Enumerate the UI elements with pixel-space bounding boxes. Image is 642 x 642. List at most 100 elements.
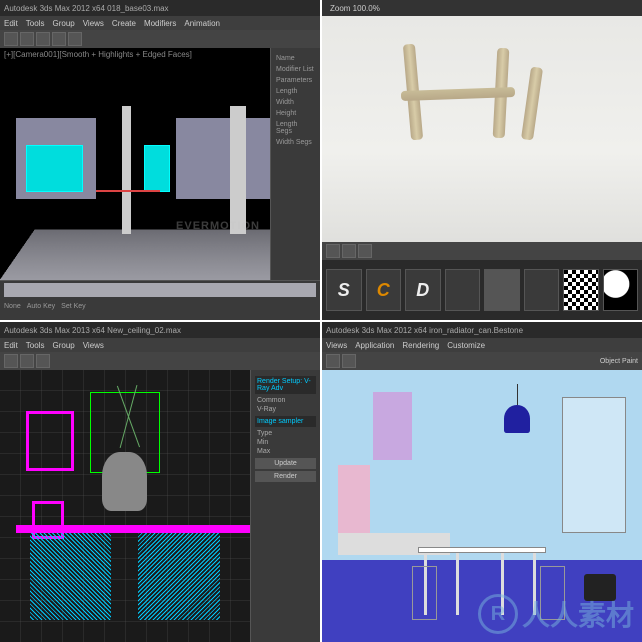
- tab-vray[interactable]: V-Ray: [255, 405, 316, 414]
- material-slot-empty[interactable]: [445, 269, 481, 311]
- column-geometry: [230, 106, 246, 234]
- menu-modifiers[interactable]: Modifiers: [144, 19, 176, 28]
- tool-icon[interactable]: [36, 354, 50, 368]
- menu-tools[interactable]: Tools: [26, 341, 45, 350]
- menu-bar: Views Application Rendering Customize: [322, 338, 642, 352]
- panel-item[interactable]: Name: [275, 54, 316, 63]
- cabinet-geometry: [373, 392, 411, 460]
- wall-geometry: [176, 118, 272, 199]
- menu-bar: Edit Tools Group Views: [0, 338, 320, 352]
- panel-item: Length: [275, 87, 316, 96]
- title-bar: Autodesk 3ds Max 2012 x64 018_base03.max: [0, 0, 320, 16]
- tool-icon[interactable]: [4, 354, 18, 368]
- menu-group[interactable]: Group: [52, 19, 74, 28]
- setkey-button[interactable]: Set Key: [61, 303, 86, 310]
- picture-frame-wire: [26, 411, 74, 471]
- tool-icon[interactable]: [358, 244, 372, 258]
- title-bar: Autodesk 3ds Max 2012 x64 iron_radiator_…: [322, 322, 642, 338]
- panel-item: Width Segs: [275, 138, 316, 147]
- pendant-lamp: [504, 384, 530, 438]
- render-viewport[interactable]: [322, 16, 642, 242]
- menu-app[interactable]: Application: [355, 341, 394, 350]
- tool-icon[interactable]: [20, 354, 34, 368]
- render-preview-panel: Zoom 100.0% S C D: [322, 0, 642, 320]
- panel-item: Width: [275, 98, 316, 107]
- timeline: None Auto Key Set Key: [0, 280, 320, 320]
- move-tool-icon[interactable]: [20, 32, 34, 46]
- menu-create[interactable]: Create: [112, 19, 136, 28]
- chair-wire: [138, 533, 220, 620]
- param-item: Min: [255, 438, 316, 447]
- app-title: Autodesk 3ds Max 2013 x64 New_ceiling_02…: [4, 326, 181, 335]
- selected-geometry: [26, 145, 84, 191]
- menu-group[interactable]: Group: [52, 341, 74, 350]
- watermark-text: 人人素材: [522, 594, 634, 634]
- main-toolbar: [0, 30, 320, 48]
- section-header: Image sampler: [255, 416, 316, 427]
- chair-render: [370, 39, 578, 152]
- menu-edit[interactable]: Edit: [4, 341, 18, 350]
- time-slider[interactable]: [4, 283, 316, 297]
- zoom-header: Zoom 100.0%: [322, 0, 642, 16]
- edge-geometry: [96, 190, 160, 192]
- evermotion-watermark: EVERMOTION: [176, 220, 260, 232]
- table-wireframe: [16, 525, 288, 620]
- panel-item: Height: [275, 109, 316, 118]
- select-tool-icon[interactable]: [4, 32, 18, 46]
- update-button[interactable]: Update: [255, 458, 316, 469]
- material-slot-sphere[interactable]: [603, 269, 639, 311]
- branch-geometry: [109, 384, 147, 466]
- 3dsmax-wireframe-panel: Autodesk 3ds Max 2013 x64 New_ceiling_02…: [0, 322, 320, 642]
- menu-animation[interactable]: Animation: [184, 19, 220, 28]
- 3dsmax-perspective-panel: Autodesk 3ds Max 2012 x64 018_base03.max…: [0, 0, 320, 320]
- tool-icon[interactable]: [342, 354, 356, 368]
- app-title: Autodesk 3ds Max 2012 x64 018_base03.max: [4, 4, 169, 13]
- rotate-tool-icon[interactable]: [36, 32, 50, 46]
- menu-views[interactable]: Views: [326, 341, 347, 350]
- scale-tool-icon[interactable]: [52, 32, 66, 46]
- tool-icon[interactable]: [326, 244, 340, 258]
- material-slot-empty[interactable]: [524, 269, 560, 311]
- tool-icon[interactable]: [326, 354, 340, 368]
- app-title: Autodesk 3ds Max 2012 x64 iron_radiator_…: [326, 326, 523, 335]
- main-toolbar: [0, 352, 320, 370]
- watermark-logo-icon: R: [478, 594, 518, 634]
- wireframe-viewport[interactable]: Render Setup: V-Ray Adv Common V-Ray Ima…: [0, 370, 320, 642]
- status-text: None: [4, 303, 21, 310]
- param-item: Type: [255, 429, 316, 438]
- material-slot-d[interactable]: D: [405, 269, 441, 311]
- selected-geometry: [144, 145, 170, 191]
- tool-icon[interactable]: [342, 244, 356, 258]
- render-title: Render Setup: V-Ray Adv: [255, 376, 316, 394]
- menu-customize[interactable]: Customize: [447, 341, 485, 350]
- material-slot-checker[interactable]: [563, 269, 599, 311]
- site-watermark: R 人人素材: [478, 594, 634, 634]
- tab-common[interactable]: Common: [255, 396, 316, 405]
- material-slot-vray[interactable]: [484, 269, 520, 311]
- command-panel: Name Modifier List Parameters Length Wid…: [270, 48, 320, 280]
- status-bar: None Auto Key Set Key: [0, 299, 320, 313]
- autokey-button[interactable]: Auto Key: [27, 303, 55, 310]
- menu-edit[interactable]: Edit: [4, 19, 18, 28]
- table-top-wire: [16, 525, 288, 533]
- column-geometry: [122, 106, 132, 234]
- param-item: Max: [255, 447, 316, 456]
- panel-item[interactable]: Modifier List: [275, 65, 316, 74]
- panel-item: Length Segs: [275, 120, 316, 136]
- render-button[interactable]: Render: [255, 471, 316, 482]
- snap-tool-icon[interactable]: [68, 32, 82, 46]
- lamp-cord: [517, 384, 518, 406]
- material-slot-s[interactable]: S: [326, 269, 362, 311]
- perspective-viewport[interactable]: [+][Camera001][Smooth + Highlights + Edg…: [0, 48, 320, 280]
- chair-wire: [30, 533, 112, 620]
- menu-views[interactable]: Views: [83, 19, 104, 28]
- table-leg: [456, 553, 459, 615]
- main-toolbar: Object Paint: [322, 352, 642, 370]
- material-slot-c[interactable]: C: [366, 269, 402, 311]
- window-geometry: [562, 397, 626, 533]
- menu-rendering[interactable]: Rendering: [402, 341, 439, 350]
- menu-tools[interactable]: Tools: [26, 19, 45, 28]
- zoom-label: Zoom 100.0%: [330, 4, 380, 13]
- render-setup-panel: Render Setup: V-Ray Adv Common V-Ray Ima…: [250, 370, 320, 642]
- menu-views[interactable]: Views: [83, 341, 104, 350]
